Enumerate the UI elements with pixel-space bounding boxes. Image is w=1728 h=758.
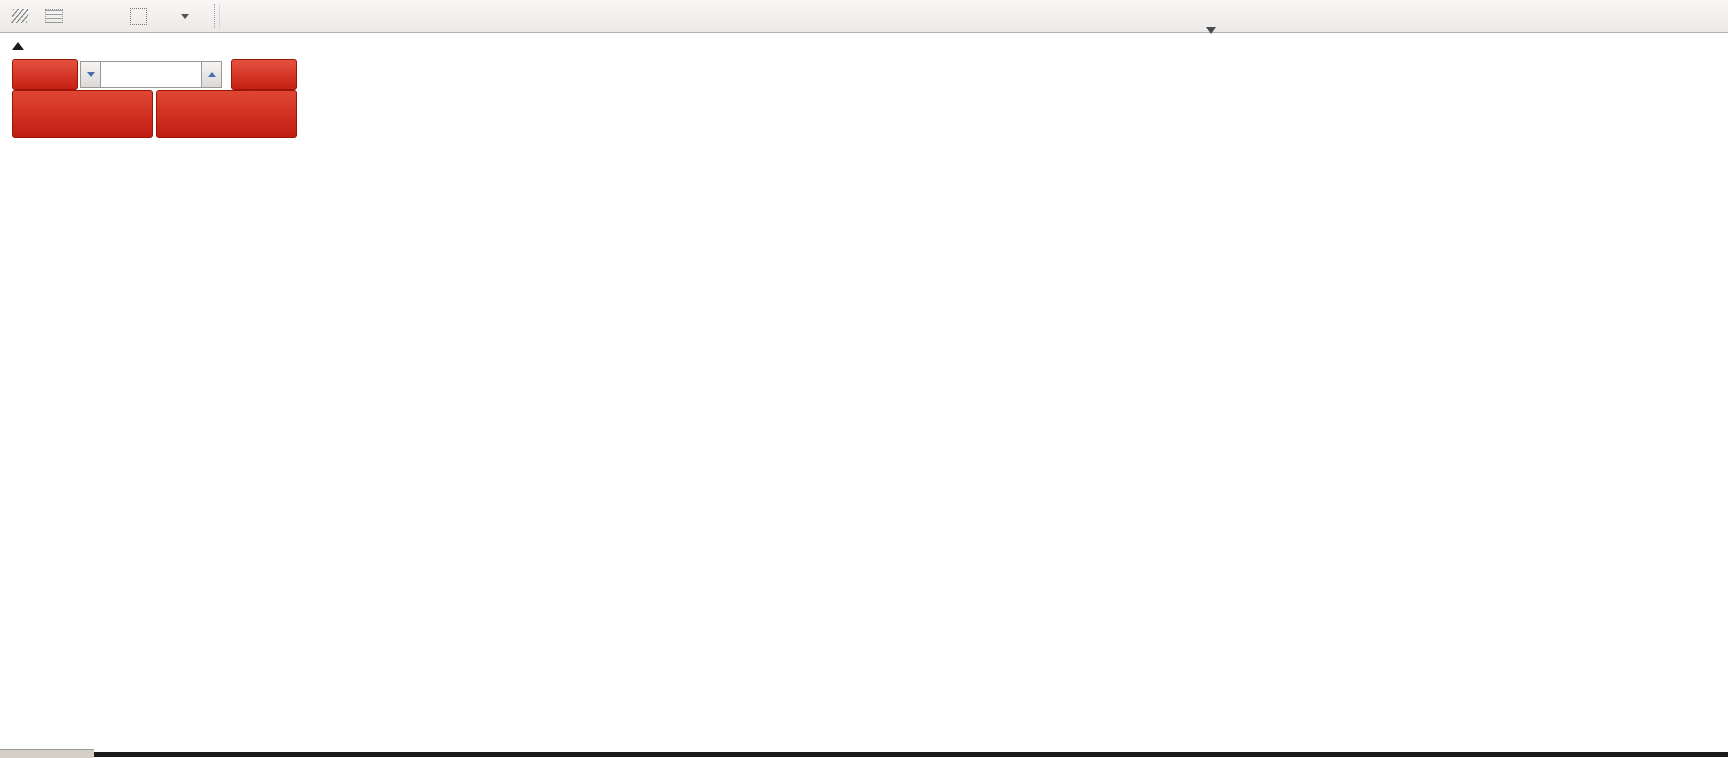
terminal-window (0, 0, 1728, 758)
dots-glyph (45, 9, 63, 23)
chart-shift-marker-icon[interactable] (1206, 27, 1216, 34)
hatch-glyph (11, 9, 29, 23)
toolbar-separator (214, 4, 220, 28)
triangle-down-icon (86, 72, 95, 77)
ask-quote-box[interactable] (156, 90, 297, 138)
arrange-arrows-icon[interactable] (164, 3, 202, 29)
volume-decrease-button[interactable] (80, 61, 101, 88)
expert-cursor-icon[interactable] (6, 3, 34, 29)
grid-snap-icon[interactable] (40, 3, 68, 29)
bid-quote-box[interactable] (12, 90, 153, 138)
collapse-triangle-icon[interactable] (12, 42, 24, 50)
symbol-info-line (28, 39, 35, 53)
volume-increase-button[interactable] (201, 61, 222, 88)
text-annotation-icon[interactable] (82, 3, 110, 29)
boxed-letter-glyph (129, 7, 147, 25)
textbox-icon[interactable] (124, 3, 152, 29)
chevron-down-icon (181, 13, 189, 19)
volume-stepper (80, 61, 222, 88)
triangle-up-icon (207, 72, 216, 77)
volume-input[interactable] (101, 61, 201, 88)
sell-button[interactable] (12, 59, 78, 90)
buy-button[interactable] (231, 59, 297, 90)
toolbar (0, 0, 1728, 33)
bottom-window-strip (0, 752, 1728, 757)
